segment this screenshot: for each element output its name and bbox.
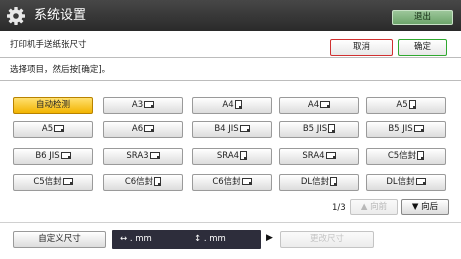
paper-size-label: C5信封 bbox=[33, 177, 62, 187]
paper-size-label: DL信封 bbox=[386, 177, 415, 187]
paper-size-label: B6 JIS bbox=[35, 151, 60, 161]
paper-size-label: A5 bbox=[41, 124, 54, 134]
paper-size-button[interactable]: DL信封 bbox=[279, 174, 359, 191]
header-bar: 系统设置 退出 bbox=[0, 0, 461, 31]
paper-size-button[interactable]: SRA4 bbox=[192, 148, 272, 165]
paper-size-label: C5信封 bbox=[387, 151, 417, 161]
landscape-orientation-icon bbox=[241, 178, 252, 185]
paper-size-label: SRA3 bbox=[126, 151, 149, 161]
cancel-button[interactable]: 取消 bbox=[330, 39, 393, 56]
paper-size-button[interactable]: C6信封 bbox=[192, 174, 272, 191]
portrait-orientation-icon bbox=[234, 100, 242, 109]
paper-size-label: B5 JIS bbox=[388, 124, 413, 134]
paper-size-button[interactable]: A4 bbox=[192, 97, 272, 114]
portrait-orientation-icon bbox=[240, 151, 248, 160]
landscape-orientation-icon bbox=[320, 101, 331, 108]
title-row: 打印机手送纸张尺寸 取消 确定 bbox=[0, 32, 461, 56]
paper-size-label: A4 bbox=[307, 100, 320, 110]
page-indicator: 1/3 bbox=[332, 203, 346, 213]
paper-size-button[interactable]: A3 bbox=[103, 97, 183, 114]
exit-button[interactable]: 退出 bbox=[392, 10, 453, 25]
paper-size-button[interactable]: B5 JIS bbox=[279, 121, 359, 138]
landscape-orientation-icon bbox=[54, 125, 65, 132]
paper-size-button[interactable]: SRA3 bbox=[103, 148, 183, 165]
paper-size-label: A6 bbox=[131, 124, 144, 134]
custom-size-display: ↔ . mm ↕ . mm bbox=[112, 230, 261, 249]
paper-size-label: C6信封 bbox=[124, 177, 154, 187]
landscape-orientation-icon bbox=[325, 152, 336, 159]
change-size-button[interactable]: 更改尺寸 bbox=[280, 231, 374, 248]
custom-size-button[interactable]: 自定义尺寸 bbox=[13, 231, 106, 248]
paper-size-button[interactable]: SRA4 bbox=[279, 148, 359, 165]
landscape-orientation-icon bbox=[415, 178, 426, 185]
paper-size-button[interactable]: A5 bbox=[13, 121, 93, 138]
paper-size-button[interactable]: B4 JIS bbox=[192, 121, 272, 138]
landscape-orientation-icon bbox=[144, 101, 155, 108]
divider bbox=[0, 222, 461, 223]
portrait-orientation-icon bbox=[417, 151, 425, 160]
paper-size-label: A4 bbox=[222, 100, 234, 110]
paper-size-button[interactable]: C5信封 bbox=[366, 148, 446, 165]
landscape-orientation-icon bbox=[62, 178, 73, 185]
paper-size-label: B4 JIS bbox=[214, 124, 239, 134]
instruction-text: 选择项目，然后按[确定]。 bbox=[10, 65, 111, 75]
printer-bypass-paper-size-screen: 系统设置 退出 打印机手送纸张尺寸 取消 确定 选择项目，然后按[确定]。 自动… bbox=[0, 0, 461, 259]
paper-size-button[interactable]: C5信封 bbox=[13, 174, 93, 191]
portrait-orientation-icon bbox=[408, 100, 416, 109]
paper-size-label: SRA4 bbox=[216, 151, 240, 161]
paper-size-button[interactable]: DL信封 bbox=[366, 174, 446, 191]
ok-button[interactable]: 确定 bbox=[398, 39, 447, 56]
paper-size-label: DL信封 bbox=[300, 177, 330, 187]
gear-icon bbox=[7, 7, 25, 25]
paper-size-button[interactable]: A4 bbox=[279, 97, 359, 114]
app-title: 系统设置 bbox=[34, 8, 87, 23]
landscape-orientation-icon bbox=[60, 152, 71, 159]
paper-size-button[interactable]: 自动检测 bbox=[13, 97, 93, 114]
paper-size-button[interactable]: C6信封 bbox=[103, 174, 183, 191]
height-value: ↕ . mm bbox=[194, 234, 226, 244]
paper-size-label: B5 JIS bbox=[302, 124, 328, 134]
paper-size-label: A3 bbox=[131, 100, 144, 110]
divider bbox=[0, 80, 461, 81]
paper-size-label: C6信封 bbox=[212, 177, 241, 187]
paper-size-button[interactable]: A6 bbox=[103, 121, 183, 138]
divider bbox=[0, 57, 461, 58]
landscape-orientation-icon bbox=[413, 125, 424, 132]
landscape-orientation-icon bbox=[239, 125, 250, 132]
page-title: 打印机手送纸张尺寸 bbox=[10, 40, 87, 50]
arrow-right-icon: ▶ bbox=[266, 233, 273, 243]
paper-size-button[interactable]: B6 JIS bbox=[13, 148, 93, 165]
next-page-button[interactable]: ▼ 向后 bbox=[401, 199, 449, 215]
paper-size-label: SRA4 bbox=[302, 151, 325, 161]
landscape-orientation-icon bbox=[149, 152, 160, 159]
paper-size-button[interactable]: A5 bbox=[366, 97, 446, 114]
paper-size-button[interactable]: B5 JIS bbox=[366, 121, 446, 138]
width-value: ↔ . mm bbox=[120, 234, 152, 244]
landscape-orientation-icon bbox=[144, 125, 155, 132]
previous-page-button[interactable]: ▲ 向前 bbox=[350, 199, 398, 215]
paper-size-label: 自动检测 bbox=[35, 100, 70, 110]
portrait-orientation-icon bbox=[328, 124, 336, 133]
portrait-orientation-icon bbox=[154, 177, 162, 186]
paper-size-label: A5 bbox=[396, 100, 408, 110]
portrait-orientation-icon bbox=[330, 177, 338, 186]
